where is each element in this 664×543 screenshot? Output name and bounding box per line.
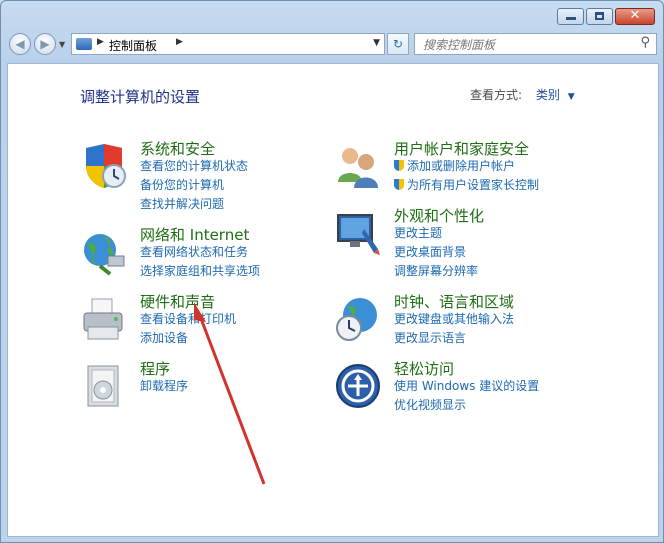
link-uninstall-program[interactable]: 卸载程序 xyxy=(140,377,188,394)
ease-of-access-icon xyxy=(336,364,380,408)
main-content: 调整计算机的设置 查看方式: 类别 ▼ 系统和安全 查看您的计算机状态 备份您的… xyxy=(7,63,659,537)
search-input[interactable] xyxy=(421,36,625,54)
network-globe-icon xyxy=(84,234,125,276)
navigation-bar: ◀ ▶ ▼ ▶ 控制面板 ▶ ▼ ↻ ⚲ xyxy=(7,31,657,59)
link-change-keyboard[interactable]: 更改键盘或其他输入法 xyxy=(394,310,514,327)
close-button[interactable]: ✕ xyxy=(615,8,655,25)
breadcrumb-separator-icon[interactable]: ▶ xyxy=(176,37,183,47)
appearance-monitor-icon xyxy=(337,214,380,255)
category-title-system-security[interactable]: 系统和安全 xyxy=(140,138,215,159)
control-panel-icon xyxy=(76,38,92,50)
breadcrumb-control-panel[interactable]: 控制面板 xyxy=(109,37,157,54)
users-icon xyxy=(338,148,378,188)
link-change-desktop-background[interactable]: 更改桌面背景 xyxy=(394,243,466,260)
link-windows-recommended-settings[interactable]: 使用 Windows 建议的设置 xyxy=(394,377,539,394)
link-parental-controls[interactable]: 为所有用户设置家长控制 xyxy=(394,176,539,193)
minimize-button[interactable] xyxy=(557,8,584,25)
search-box[interactable]: ⚲ xyxy=(414,33,657,55)
link-parental-controls-label: 为所有用户设置家长控制 xyxy=(407,178,540,192)
link-adjust-resolution[interactable]: 调整屏幕分辨率 xyxy=(394,262,478,279)
back-button[interactable]: ◀ xyxy=(9,33,31,55)
view-by: 查看方式: 类别 ▼ xyxy=(470,86,575,103)
breadcrumb-separator-icon[interactable]: ▶ xyxy=(97,37,104,47)
category-title-appearance[interactable]: 外观和个性化 xyxy=(394,205,484,226)
link-find-fix-problems[interactable]: 查找并解决问题 xyxy=(140,195,224,212)
link-change-display-language[interactable]: 更改显示语言 xyxy=(394,329,466,346)
minimize-icon xyxy=(566,17,576,20)
link-view-network-status[interactable]: 查看网络状态和任务 xyxy=(140,243,248,260)
link-add-remove-accounts-label: 添加或删除用户帐户 xyxy=(407,159,516,173)
clock-globe-icon xyxy=(336,298,377,341)
recent-pages-dropdown-icon[interactable]: ▼ xyxy=(59,40,65,49)
link-view-computer-status[interactable]: 查看您的计算机状态 xyxy=(140,157,248,174)
category-title-clock-language[interactable]: 时钟、语言和区域 xyxy=(394,291,514,312)
control-panel-window: ✕ ◀ ▶ ▼ ▶ 控制面板 ▶ ▼ ↻ ⚲ 调整计算机的设置 查看方式: 类别… xyxy=(0,0,664,543)
shield-clock-icon xyxy=(86,144,126,188)
link-add-remove-accounts[interactable]: 添加或删除用户帐户 xyxy=(394,157,515,174)
category-title-network-internet[interactable]: 网络和 Internet xyxy=(140,224,249,245)
category-title-user-accounts[interactable]: 用户帐户和家庭安全 xyxy=(394,138,529,159)
uac-shield-icon xyxy=(394,179,404,190)
maximize-icon xyxy=(595,12,604,20)
refresh-button[interactable]: ↻ xyxy=(387,33,409,55)
category-title-programs[interactable]: 程序 xyxy=(140,358,170,379)
printer-icon xyxy=(83,298,123,340)
address-dropdown-icon[interactable]: ▼ xyxy=(373,38,380,48)
caption-buttons: ✕ xyxy=(555,8,655,25)
category-title-ease-of-access[interactable]: 轻松访问 xyxy=(394,358,454,379)
link-change-theme[interactable]: 更改主题 xyxy=(394,224,442,241)
uac-shield-icon xyxy=(394,160,404,171)
view-by-dropdown[interactable]: 类别 xyxy=(536,88,560,102)
forward-button[interactable]: ▶ xyxy=(34,33,56,55)
page-title: 调整计算机的设置 xyxy=(80,88,201,106)
chevron-down-icon[interactable]: ▼ xyxy=(568,92,575,102)
programs-box-icon xyxy=(87,365,119,407)
link-homegroup-sharing[interactable]: 选择家庭组和共享选项 xyxy=(140,262,260,279)
link-backup-computer[interactable]: 备份您的计算机 xyxy=(140,176,224,193)
search-icon[interactable]: ⚲ xyxy=(640,35,650,50)
maximize-button[interactable] xyxy=(586,8,613,25)
address-bar[interactable]: ▶ 控制面板 ▶ ▼ xyxy=(71,33,385,55)
link-view-devices-printers[interactable]: 查看设备和打印机 xyxy=(140,310,236,327)
close-icon: ✕ xyxy=(629,8,641,23)
link-optimize-video-display[interactable]: 优化视频显示 xyxy=(394,396,466,413)
view-by-label: 查看方式: xyxy=(470,88,523,102)
link-add-device[interactable]: 添加设备 xyxy=(140,329,188,346)
category-title-hardware-sound[interactable]: 硬件和声音 xyxy=(140,291,215,312)
